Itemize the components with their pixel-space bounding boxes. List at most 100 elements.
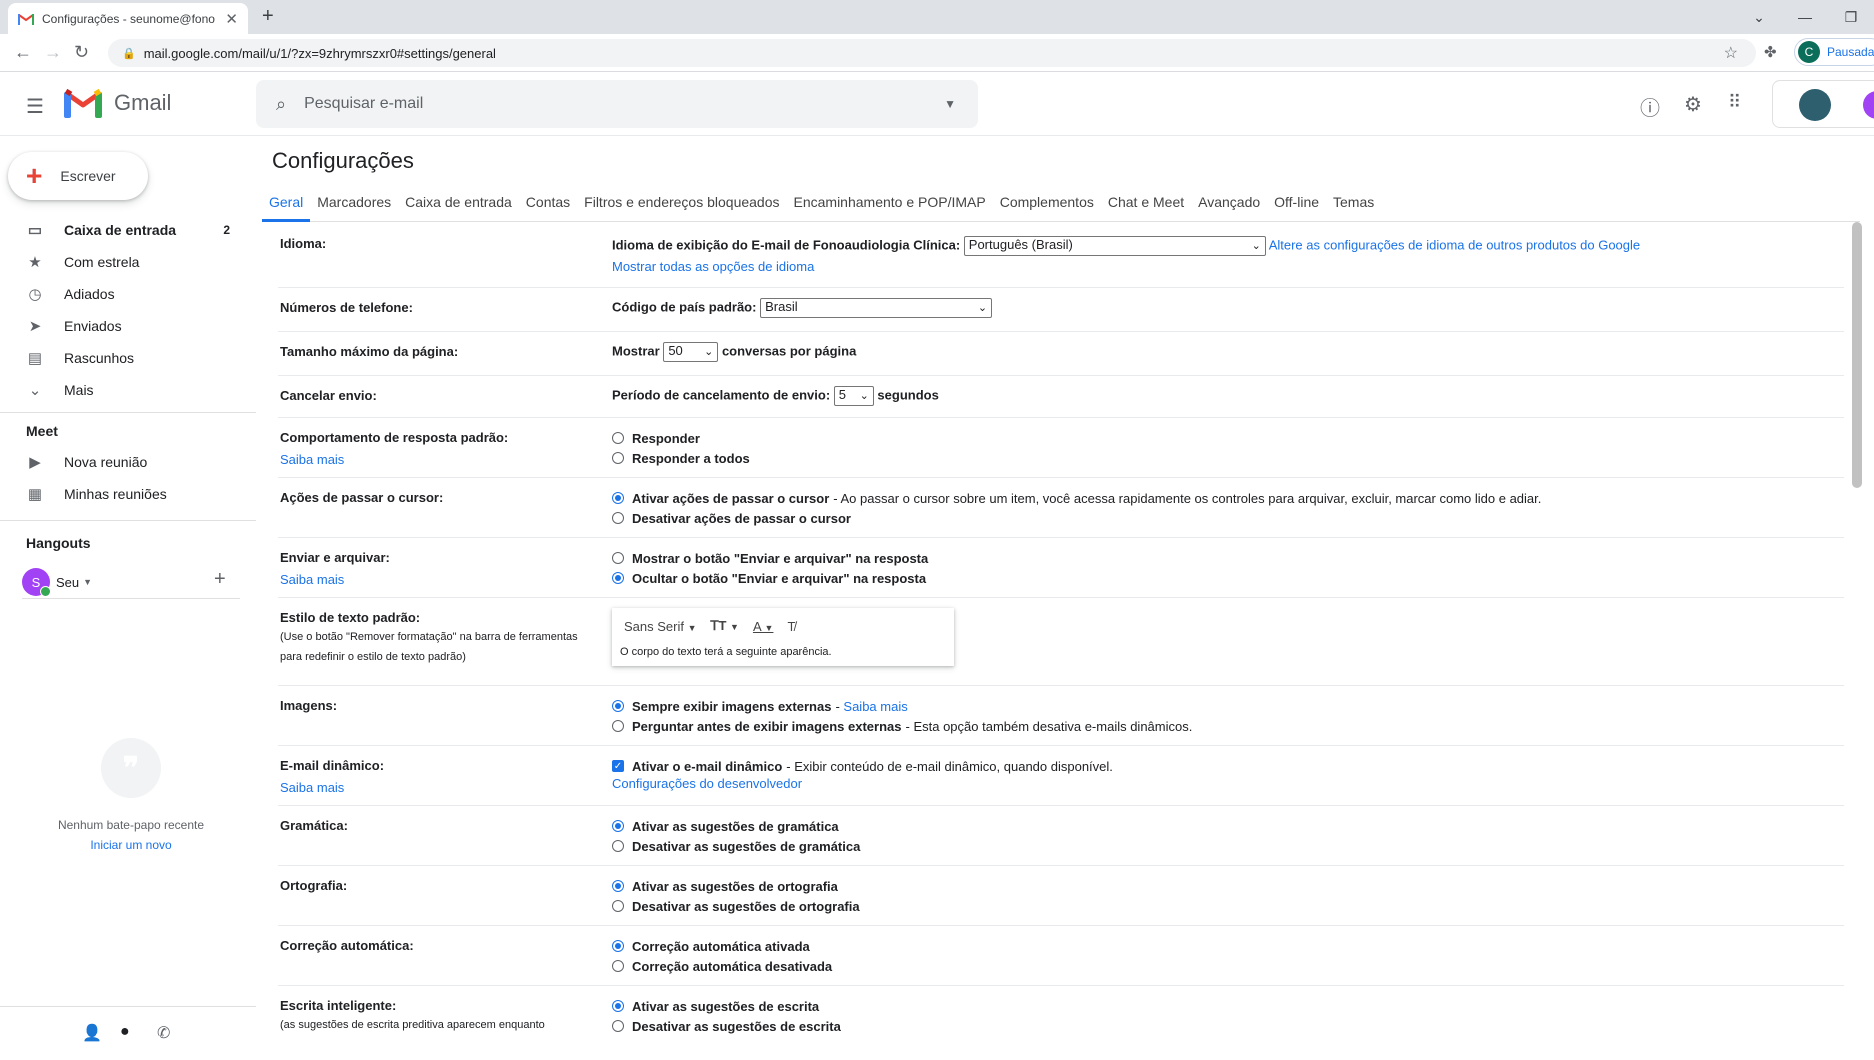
spelling-disable-option[interactable]: Desativar as sugestões de ortografia — [612, 896, 860, 916]
gmail-logo[interactable]: Gmail — [64, 88, 171, 118]
hover-enable-option[interactable]: Ativar ações de passar o cursor - Ao pass… — [612, 488, 1541, 508]
extensions-icon[interactable]: ✤ — [1764, 43, 1777, 61]
tab-forwarding[interactable]: Encaminhamento e POP/IMAP — [787, 182, 993, 222]
tab-addons[interactable]: Complementos — [993, 182, 1101, 222]
compose-button[interactable]: + Escrever — [8, 152, 148, 200]
grammar-disable-option[interactable]: Desativar as sugestões de gramática — [612, 836, 860, 856]
add-chat-icon[interactable]: + — [214, 568, 226, 591]
learn-more-link[interactable]: Saiba mais — [280, 780, 384, 795]
radio-button-selected[interactable] — [612, 940, 624, 952]
radio-button[interactable] — [612, 552, 624, 564]
tab-chat-meet[interactable]: Chat e Meet — [1101, 182, 1191, 222]
hangouts-user[interactable]: S Seu ▼ — [22, 568, 92, 597]
font-family-dropdown[interactable]: Sans Serif ▼ — [624, 619, 697, 634]
sidebar-item-more[interactable]: ⌄ Mais — [0, 374, 240, 406]
reload-icon[interactable]: ↻ — [74, 42, 89, 63]
status-dropdown-icon[interactable]: ▼ — [83, 577, 92, 587]
scrollbar-thumb[interactable] — [1852, 222, 1862, 488]
undo-send-select[interactable]: 5 ⌄ — [833, 386, 874, 406]
help-icon[interactable]: ⓘ — [1640, 92, 1660, 121]
hover-disable-option[interactable]: Desativar ações de passar o cursor — [612, 508, 1541, 528]
autocorrect-disable-option[interactable]: Correção automática desativada — [612, 956, 832, 976]
forward-icon[interactable]: → — [44, 42, 62, 63]
tab-accounts[interactable]: Contas — [519, 182, 577, 222]
radio-button-selected[interactable] — [612, 820, 624, 832]
sidebar-item-sent[interactable]: ➤ Enviados — [0, 310, 240, 342]
ask-before-images-option[interactable]: Perguntar antes de exibir imagens extern… — [612, 716, 1192, 736]
settings-gear-icon[interactable]: ⚙ — [1684, 92, 1702, 117]
radio-button[interactable] — [612, 840, 624, 852]
learn-more-link[interactable]: Saiba mais — [280, 572, 390, 587]
radio-button-selected[interactable] — [612, 1000, 624, 1012]
radio-button[interactable] — [612, 432, 624, 444]
start-chat-link[interactable]: Iniciar um novo — [0, 838, 262, 852]
radio-button-selected[interactable] — [612, 572, 624, 584]
reply-all-option[interactable]: Responder a todos — [612, 448, 750, 468]
tab-inbox[interactable]: Caixa de entrada — [398, 182, 519, 222]
developer-settings-link[interactable]: Configurações do desenvolvedor — [612, 776, 802, 791]
radio-button[interactable] — [612, 900, 624, 912]
always-show-images-option[interactable]: Sempre exibir imagens externas - Saiba ma… — [612, 696, 1192, 716]
hide-send-archive-option[interactable]: Ocultar o botão "Enviar e arquivar" na r… — [612, 568, 928, 588]
show-all-language-options-link[interactable]: Mostrar todas as opções de idioma — [612, 259, 814, 274]
spelling-enable-option[interactable]: Ativar as sugestões de ortografia — [612, 876, 860, 896]
show-send-archive-option[interactable]: Mostrar o botão "Enviar e arquivar" na r… — [612, 548, 928, 568]
radio-button[interactable] — [612, 452, 624, 464]
sidebar-item-my-meetings[interactable]: ▦ Minhas reuniões — [0, 478, 240, 510]
phone-icon[interactable]: ✆ — [157, 1023, 170, 1043]
radio-button[interactable] — [612, 960, 624, 972]
chat-bubble-icon[interactable]: ● — [120, 1023, 130, 1041]
learn-more-link[interactable]: Saiba mais — [280, 452, 508, 467]
radio-button-selected[interactable] — [612, 700, 624, 712]
tab-offline[interactable]: Off-line — [1267, 182, 1326, 222]
tab-advanced[interactable]: Avançado — [1191, 182, 1267, 222]
sidebar-item-starred[interactable]: ★ Com estrela — [0, 246, 240, 278]
search-bar[interactable]: ⌕ Pesquisar e-mail ▼ — [256, 80, 978, 128]
radio-button[interactable] — [612, 720, 624, 732]
browser-tab[interactable]: Configurações - seunome@fono ✕ — [8, 3, 248, 34]
radio-button-selected[interactable] — [612, 492, 624, 504]
font-size-icon[interactable]: ꓔT ▼ — [711, 618, 739, 634]
page-size-select[interactable]: 50 ⌄ — [663, 342, 719, 362]
person-icon[interactable]: 👤 — [82, 1023, 102, 1043]
apps-grid-icon[interactable]: ⠿ — [1728, 92, 1741, 113]
tab-filters[interactable]: Filtros e endereços bloqueados — [577, 182, 786, 222]
smart-compose-enable-option[interactable]: Ativar as sugestões de escrita — [612, 996, 841, 1016]
url-field[interactable]: 🔒 mail.google.com/mail/u/1/?zx=9zhrymrsz… — [108, 39, 1756, 67]
learn-more-link[interactable]: Saiba mais — [843, 699, 907, 714]
tab-themes[interactable]: Temas — [1326, 182, 1381, 222]
smart-compose-disable-option[interactable]: Desativar as sugestões de escrita — [612, 1016, 841, 1036]
new-tab-button[interactable]: + — [262, 5, 274, 28]
sidebar-item-new-meeting[interactable]: ▶ Nova reunião — [0, 446, 240, 478]
sidebar-item-snoozed[interactable]: ◷ Adiados — [0, 278, 240, 310]
language-select[interactable]: Português (Brasil) ⌄ — [963, 236, 1266, 256]
tab-search-icon[interactable]: ⌄ — [1736, 9, 1782, 26]
remove-formatting-icon[interactable]: T̸ — [787, 619, 795, 634]
radio-button-selected[interactable] — [612, 880, 624, 892]
checkbox-checked-icon[interactable]: ✓ — [612, 760, 624, 772]
other-products-language-link[interactable]: Altere as configurações de idioma de out… — [1269, 237, 1640, 252]
bookmark-star-icon[interactable]: ☆ — [1724, 43, 1738, 63]
radio-button[interactable] — [612, 512, 624, 524]
text-color-icon[interactable]: A ▼ — [753, 619, 774, 634]
radio-button[interactable] — [612, 1020, 624, 1032]
search-input[interactable]: Pesquisar e-mail — [304, 95, 423, 113]
back-icon[interactable]: ← — [14, 42, 32, 63]
country-code-select[interactable]: Brasil ⌄ — [760, 298, 993, 318]
organization-avatar[interactable] — [1799, 89, 1831, 121]
restore-icon[interactable]: ❐ — [1828, 9, 1874, 26]
sidebar-item-drafts[interactable]: ▤ Rascunhos — [0, 342, 240, 374]
sidebar-item-inbox[interactable]: ▭ Caixa de entrada 2 — [0, 214, 240, 246]
search-options-icon[interactable]: ▼ — [944, 97, 956, 111]
search-icon[interactable]: ⌕ — [276, 94, 286, 115]
close-tab-icon[interactable]: ✕ — [225, 10, 238, 28]
autocorrect-enable-option[interactable]: Correção automática ativada — [612, 936, 832, 956]
main-menu-icon[interactable]: ☰ — [26, 94, 44, 119]
tab-labels[interactable]: Marcadores — [310, 182, 398, 222]
tab-general[interactable]: Geral — [262, 182, 311, 222]
dynamic-email-option[interactable]: ✓ Ativar o e-mail dinâmico - Exibir conteú… — [612, 756, 1113, 776]
account-avatar[interactable] — [1863, 91, 1874, 119]
profile-button[interactable]: C Pausada — [1794, 38, 1874, 66]
minimize-icon[interactable]: — — [1782, 9, 1828, 25]
account-area[interactable] — [1772, 80, 1874, 128]
